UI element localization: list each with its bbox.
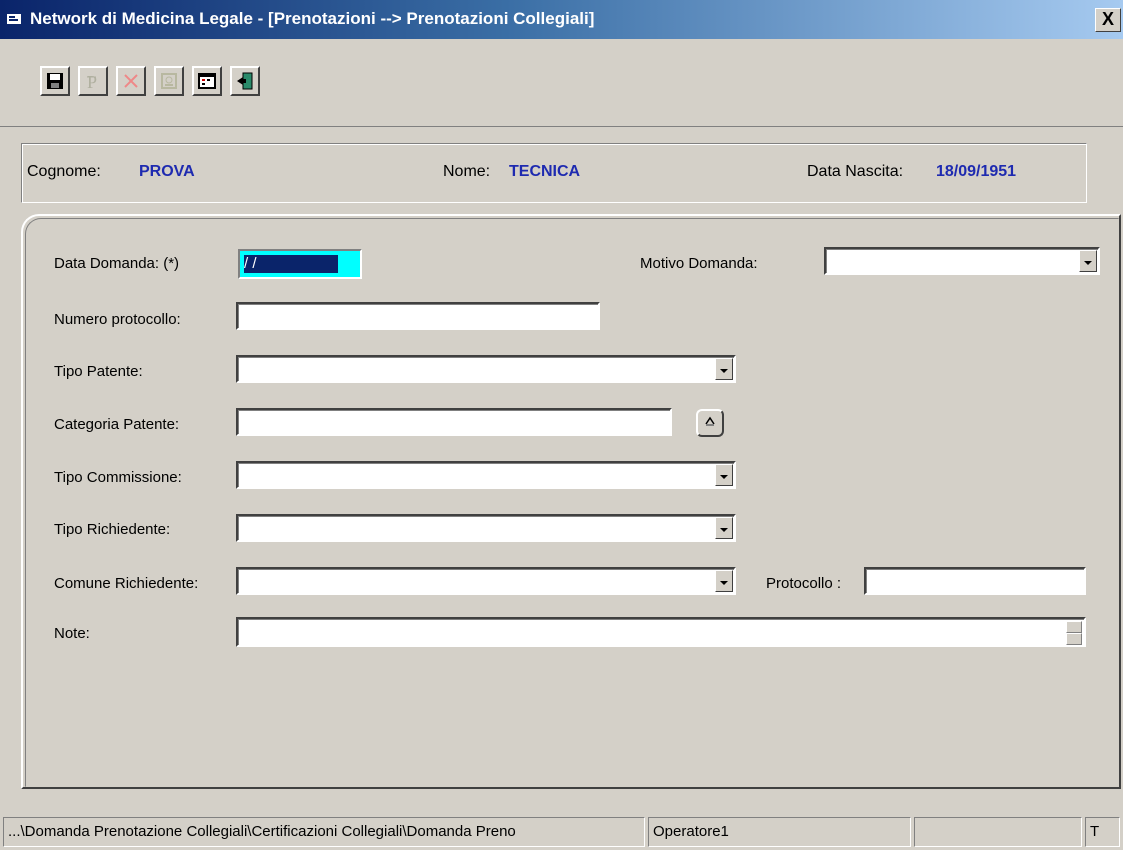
title-bar: Network di Medicina Legale - [Prenotazio… [0,0,1123,39]
status-empty-cell [914,817,1082,847]
save-button[interactable] [40,66,70,96]
exit-button[interactable] [230,66,260,96]
comune-richiedente-combo[interactable] [236,567,736,595]
numero-protocollo-label: Numero protocollo: [54,311,181,328]
birth-date-value: 18/09/1951 [936,163,1017,180]
save-icon [45,71,65,91]
motivo-domanda-label: Motivo Domanda: [640,255,758,272]
status-t-cell: T [1085,817,1120,847]
tipo-commissione-label: Tipo Commissione: [54,469,182,486]
note-textarea[interactable] [236,617,1086,647]
comune-dropdown-button[interactable] [715,570,733,592]
numero-protocollo-input[interactable] [236,302,600,330]
close-button[interactable]: X [1095,8,1121,32]
comune-richiedente-label: Comune Richiedente: [54,575,199,592]
chevron-down-icon [719,467,729,483]
surname-value: PROVA [139,163,195,180]
data-domanda-value: / / [244,255,338,273]
name-value: TECNICA [509,163,581,180]
data-domanda-label: Data Domanda: (*) [54,255,180,272]
form-panel [21,214,1121,789]
app-icon [6,11,22,27]
certificate-icon [159,71,179,91]
tipo-commissione-combo[interactable] [236,461,736,489]
tipo-patente-label: Tipo Patente: [54,363,143,380]
chevron-down-icon [719,520,729,536]
svg-text:P: P [87,72,97,91]
categoria-patente-label: Categoria Patente: [54,416,180,433]
tipo-commissione-dropdown-button[interactable] [715,464,733,486]
categoria-lookup-button[interactable] [696,409,724,437]
motivo-domanda-combo[interactable] [824,247,1100,275]
tipo-patente-combo[interactable] [236,355,736,383]
tipo-richiedente-label: Tipo Richiedente: [54,521,171,538]
name-label: Nome: [443,163,491,180]
calendar-button[interactable] [192,66,222,96]
calendar-icon [197,71,217,91]
protocollo-input[interactable] [864,567,1086,595]
lookup-icon [703,414,717,433]
status-operator: Operatore1 [648,817,911,847]
delete-icon [121,71,141,91]
birth-date-label: Data Nascita: [807,163,904,180]
surname-label: Cognome: [27,163,101,180]
tipo-richiedente-combo[interactable] [236,514,736,542]
tipo-patente-dropdown-button[interactable] [715,358,733,380]
scroll-down-button[interactable] [1066,633,1082,645]
exit-door-icon [235,71,255,91]
categoria-patente-input[interactable] [236,408,672,436]
toolbar: P [0,46,1123,127]
chevron-down-icon [1083,253,1093,269]
motivo-dropdown-button[interactable] [1079,250,1097,272]
data-domanda-field[interactable]: / / [238,249,362,279]
print-icon: P [83,71,103,91]
status-bar: ...\Domanda Prenotazione Collegiali\Cert… [0,813,1123,850]
scroll-up-button[interactable] [1066,621,1082,633]
print-button[interactable]: P [78,66,108,96]
chevron-down-icon [719,573,729,589]
note-label: Note: [54,625,90,642]
status-path: ...\Domanda Prenotazione Collegiali\Cert… [3,817,645,847]
certificate-button[interactable] [154,66,184,96]
protocollo-label: Protocollo : [766,575,842,592]
chevron-down-icon [719,361,729,377]
tipo-richiedente-dropdown-button[interactable] [715,517,733,539]
delete-button[interactable] [116,66,146,96]
patient-header-panel: Cognome: PROVA Nome: TECNICA Data Nascit… [21,143,1087,203]
window-title: Network di Medicina Legale - [Prenotazio… [30,9,595,28]
note-scrollbar[interactable] [1066,621,1082,645]
